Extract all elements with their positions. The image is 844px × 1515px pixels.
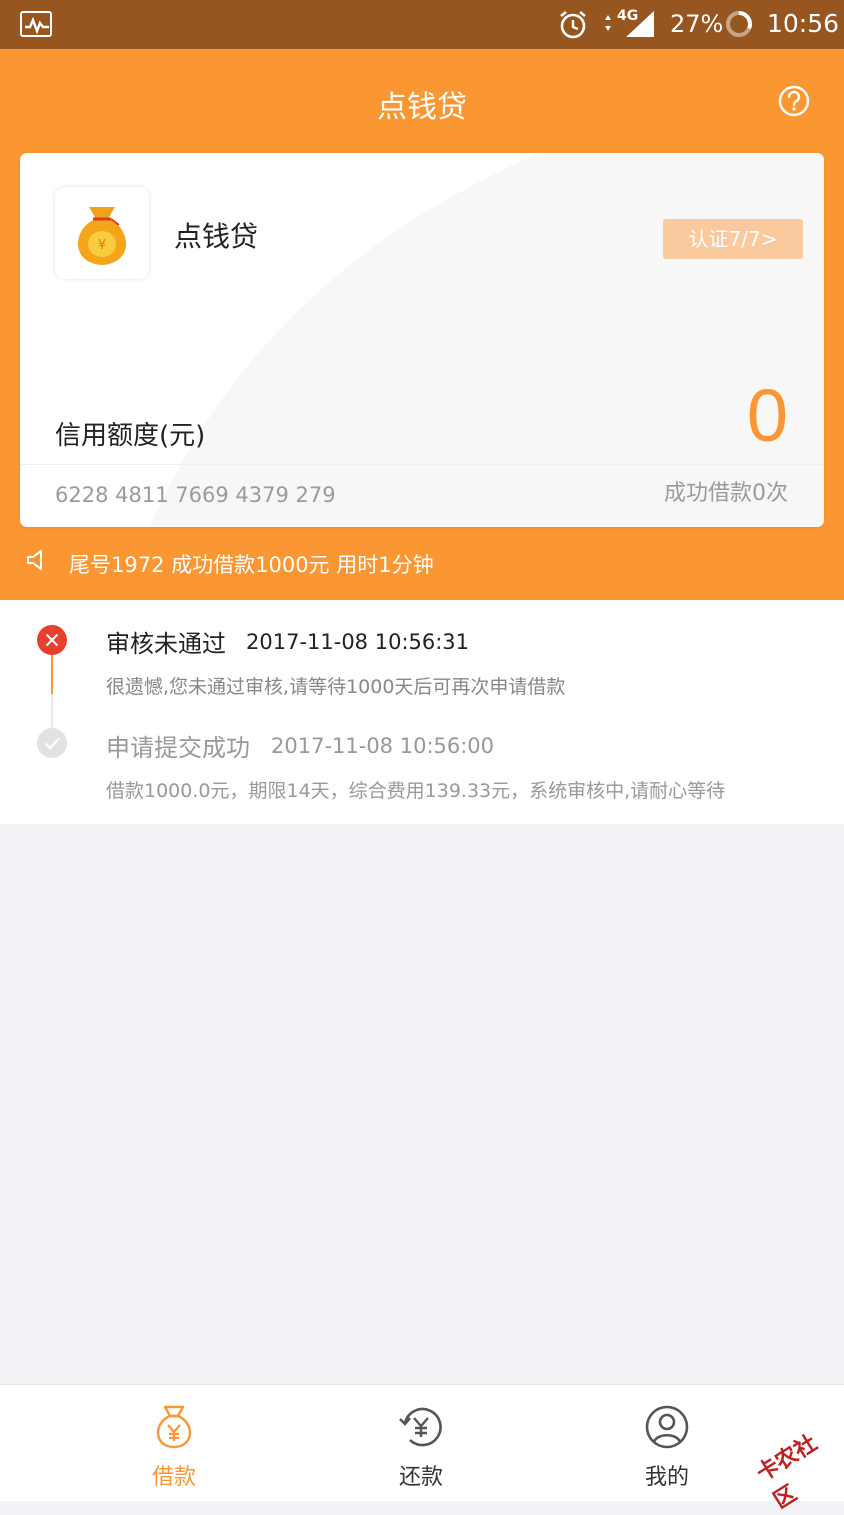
timeline-connector bbox=[51, 652, 53, 694]
card-divider bbox=[20, 464, 824, 465]
money-bag-icon: ¥ bbox=[77, 207, 127, 265]
network-type: 4G bbox=[617, 8, 639, 24]
help-circle-icon[interactable] bbox=[777, 84, 811, 118]
certification-button[interactable]: 认证7/7> bbox=[663, 219, 803, 259]
timeline-item-desc: 借款1000.0元，期限14天，综合费用139.33元，系统审核中,请耐心等待 bbox=[106, 780, 726, 802]
money-bag-icon bbox=[156, 1405, 192, 1449]
timeline-connector bbox=[51, 694, 53, 730]
timeline-item-title: 申请提交成功 bbox=[106, 734, 250, 762]
activity-icon bbox=[20, 11, 52, 37]
alarm-icon bbox=[560, 10, 586, 39]
credit-limit-value: 0 bbox=[746, 374, 788, 457]
user-circle-icon bbox=[645, 1405, 689, 1449]
nav-label: 还款 bbox=[398, 1465, 443, 1490]
timeline-item-time: 2017-11-08 10:56:00 bbox=[271, 734, 495, 758]
battery-icon bbox=[726, 11, 752, 37]
credit-limit-label: 信用额度(元) bbox=[55, 421, 206, 451]
nav-tab-repay[interactable]: 还款 bbox=[361, 1385, 481, 1501]
speaker-icon bbox=[27, 550, 42, 570]
failed-icon bbox=[37, 625, 67, 655]
successful-loan-count: 成功借款0次 bbox=[664, 481, 788, 506]
bottom-nav: 借款 还款 我的 bbox=[0, 1384, 844, 1501]
page-title: 点钱贷 bbox=[377, 90, 467, 125]
svg-text:¥: ¥ bbox=[98, 238, 106, 253]
check-icon bbox=[37, 728, 67, 758]
watermark: 卡农社区 bbox=[746, 1410, 842, 1514]
battery-level: 27% bbox=[670, 10, 724, 38]
timeline-item-time: 2017-11-08 10:56:31 bbox=[246, 630, 470, 654]
app-logo: ¥ bbox=[55, 187, 149, 279]
nav-tab-borrow[interactable]: 借款 bbox=[114, 1385, 234, 1501]
status-bar: 4G 27% 10:56 bbox=[0, 0, 844, 49]
nav-label: 我的 bbox=[644, 1465, 689, 1490]
brand-name: 点钱贷 bbox=[174, 220, 259, 253]
credit-card-panel: ¥ 点钱贷 认证7/7> 信用额度(元) 0 6228 4811 7669 43… bbox=[20, 153, 824, 527]
loan-notice: 尾号1972 成功借款1000元 用时1分钟 bbox=[69, 553, 434, 577]
timeline-item-desc: 很遗憾,您未通过审核,请等待1000天后可再次申请借款 bbox=[106, 676, 566, 698]
nav-tab-mine[interactable]: 我的 bbox=[607, 1385, 727, 1501]
nav-label: 借款 bbox=[151, 1465, 196, 1490]
yen-refresh-icon bbox=[399, 1407, 442, 1447]
application-timeline: 审核未通过 2017-11-08 10:56:31 很遗憾,您未通过审核,请等待… bbox=[0, 600, 844, 824]
clock: 10:56 bbox=[767, 9, 840, 38]
bank-card-number: 6228 4811 7669 4379 279 bbox=[55, 483, 336, 507]
header: 点钱贷 ¥ 点钱贷 认证7/7> 信用额度(元) 0 6228 4811 766… bbox=[0, 49, 844, 600]
timeline-item-title: 审核未通过 bbox=[106, 630, 226, 658]
